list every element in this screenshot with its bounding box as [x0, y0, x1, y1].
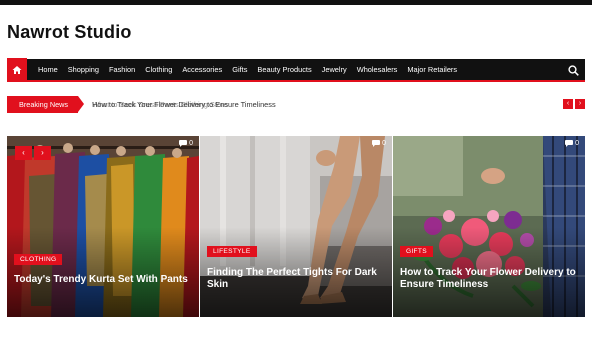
nav-item-jewelry[interactable]: Jewelry	[317, 58, 352, 81]
comment-count-value: 0	[575, 140, 579, 147]
site-logo[interactable]: Nawrot Studio	[7, 22, 132, 43]
featured-card[interactable]: 0 Gifts How to Track Your Flower Deliver…	[393, 136, 585, 317]
slider-next-button[interactable]: ›	[34, 146, 51, 160]
card-title[interactable]: How to Track Your Flower Delivery to Ens…	[400, 267, 577, 291]
nav-item-fashion[interactable]: Fashion	[104, 58, 140, 81]
featured-card[interactable]: 0 Lifestyle Finding The Perfect Tights F…	[200, 136, 392, 317]
nav-item-gifts[interactable]: Gifts	[227, 58, 252, 81]
category-badge[interactable]: Lifestyle	[207, 246, 257, 257]
nav-item-beauty-products[interactable]: Beauty Products	[252, 58, 316, 81]
comment-count[interactable]: 0	[179, 140, 193, 147]
ticker-headline[interactable]: How to Track Your Flower Delivery to Ens…	[92, 99, 276, 111]
category-badge[interactable]: Clothing	[14, 254, 63, 265]
search-icon[interactable]	[568, 65, 579, 76]
comment-icon	[179, 140, 188, 147]
comment-icon	[372, 140, 381, 147]
category-badge[interactable]: Gifts	[400, 246, 433, 257]
home-button[interactable]	[7, 58, 27, 81]
ticker-next-button[interactable]: ›	[575, 99, 585, 109]
comment-count[interactable]: 0	[565, 140, 579, 147]
comment-icon	[565, 140, 574, 147]
featured-card[interactable]: ‹ › 0 Clothing Today's Trendy Kurta Set …	[7, 136, 199, 317]
comment-count-value: 0	[189, 140, 193, 147]
nav-item-major-retailers[interactable]: Major Retailers	[402, 58, 462, 81]
ticker-prev-button[interactable]: ‹	[563, 99, 573, 109]
comment-count-value: 0	[382, 140, 386, 147]
nav-item-shopping[interactable]: Shopping	[63, 58, 104, 81]
featured-slider: ‹ › 0 Clothing Today's Trendy Kurta Set …	[7, 136, 585, 317]
nav-item-home[interactable]: Home	[33, 58, 63, 81]
slider-prev-button[interactable]: ‹	[15, 146, 32, 160]
home-icon	[12, 65, 22, 74]
card-title[interactable]: Finding The Perfect Tights For Dark Skin	[207, 267, 384, 291]
main-nav: Home Shopping Fashion Clothing Accessori…	[7, 58, 585, 82]
card-title[interactable]: Today's Trendy Kurta Set With Pants	[14, 274, 191, 286]
nav-item-clothing[interactable]: Clothing	[140, 58, 177, 81]
breaking-news-label: Breaking News	[7, 96, 85, 113]
nav-item-accessories[interactable]: Accessories	[177, 58, 227, 81]
breaking-news-bar: Breaking News What to Seek Dress Pants C…	[7, 96, 585, 113]
card-shade	[7, 227, 199, 317]
top-strip	[0, 0, 592, 5]
comment-count[interactable]: 0	[372, 140, 386, 147]
nav-item-wholesalers[interactable]: Wholesalers	[352, 58, 403, 81]
